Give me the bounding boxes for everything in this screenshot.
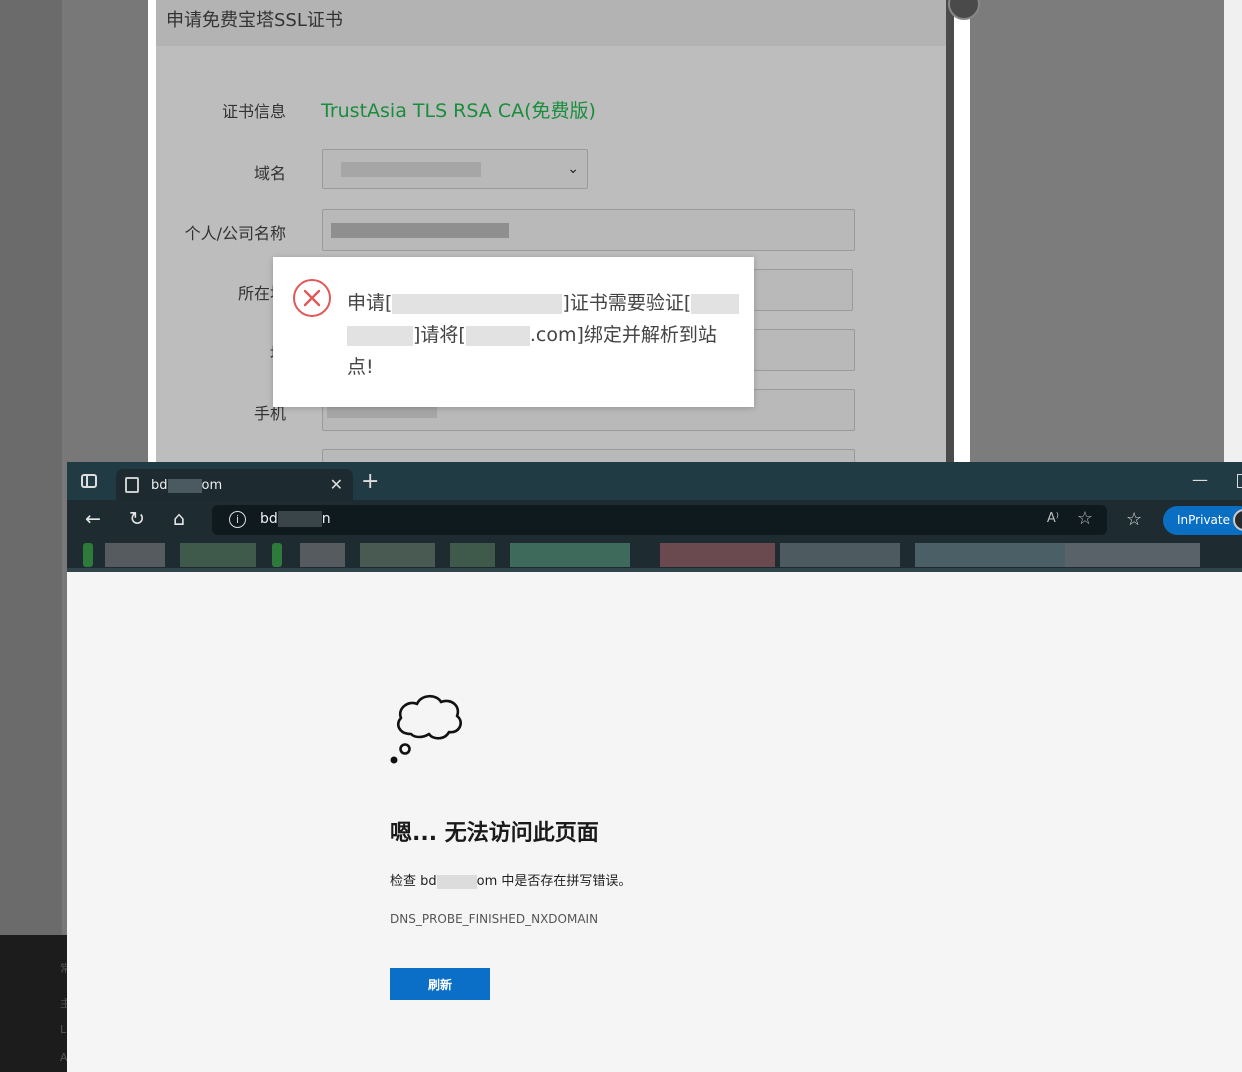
browser-toolbar: ← ↻ ⌂ i bd n A⁾ ☆ ☆ InPrivate xyxy=(67,500,1242,540)
edge-browser-window: bd om ✕ + — ← ↻ ⌂ i bd n A⁾ ☆ ☆ InPrivate xyxy=(67,462,1242,1072)
thought-cloud-icon xyxy=(390,694,462,764)
ssl-dialog-scrollbar[interactable] xyxy=(946,0,954,462)
background-panel-left xyxy=(0,0,62,935)
error-message-text: 申请[ ]证书需要验证[ ]请将[ .com]绑定并解析到站 点! xyxy=(347,287,740,383)
favorite-item[interactable] xyxy=(360,543,435,567)
message-part: 申请[ xyxy=(347,292,393,314)
inprivate-button[interactable]: InPrivate xyxy=(1163,506,1242,535)
read-aloud-icon[interactable]: A⁾ xyxy=(1047,511,1059,526)
redacted-text xyxy=(347,325,413,346)
tab-bar: bd om ✕ + — xyxy=(67,462,1242,502)
tab-title: bd om xyxy=(151,478,222,493)
domain-select[interactable]: ⌄ xyxy=(322,149,588,189)
url-text: n xyxy=(321,511,331,527)
chevron-down-icon: ⌄ xyxy=(567,161,579,177)
redacted-text xyxy=(331,223,509,238)
address-bar[interactable]: i bd n A⁾ ☆ xyxy=(212,505,1107,535)
favorite-item[interactable] xyxy=(450,543,495,567)
error-detail: 检查 bd om 中是否存在拼写错误。 xyxy=(390,870,631,889)
back-icon[interactable]: ← xyxy=(85,508,101,530)
cert-info-value: TrustAsia TLS RSA CA(免费版) xyxy=(321,100,596,122)
refresh-icon[interactable]: ↻ xyxy=(129,508,145,530)
home-icon[interactable]: ⌂ xyxy=(173,508,185,530)
message-part: 点! xyxy=(347,356,374,378)
error-icon xyxy=(293,279,331,317)
message-part: ]证书需要验证[ xyxy=(562,292,692,314)
minimize-icon[interactable]: — xyxy=(1192,470,1208,489)
tab-actions-icon[interactable] xyxy=(81,474,97,488)
ssl-dialog-title: 申请免费宝塔SSL证书 xyxy=(166,10,343,31)
redacted-text xyxy=(436,874,477,889)
ssl-dialog-title-bar: 申请免费宝塔SSL证书 xyxy=(156,0,954,46)
favorite-item[interactable] xyxy=(780,543,900,567)
favorite-item[interactable] xyxy=(1065,543,1200,567)
add-favorite-icon[interactable]: ☆ xyxy=(1077,508,1093,529)
address-url: bd n xyxy=(260,511,331,527)
error-message-box: 申请[ ]证书需要验证[ ]请将[ .com]绑定并解析到站 点! xyxy=(273,257,754,407)
error-detail-text: om 中是否存在拼写错误。 xyxy=(476,874,632,889)
message-part: ]请将[ xyxy=(413,324,466,346)
domain-label: 域名 xyxy=(253,164,286,183)
tab-title-text: om xyxy=(201,478,223,493)
tab-title-text: bd xyxy=(151,478,168,493)
favorite-item[interactable] xyxy=(915,543,1065,567)
favorite-item[interactable] xyxy=(105,543,165,567)
redacted-text xyxy=(691,293,740,314)
background-footer: 常 主 L A xyxy=(0,935,71,1072)
redacted-text xyxy=(392,293,563,314)
cert-info-label: 证书信息 xyxy=(221,102,286,121)
redacted-text xyxy=(277,511,322,527)
error-heading: 嗯... 无法访问此页面 xyxy=(390,821,599,846)
maximize-icon[interactable] xyxy=(1237,474,1242,488)
new-tab-icon[interactable]: + xyxy=(361,471,379,493)
favorite-item[interactable] xyxy=(300,543,345,567)
redacted-text xyxy=(167,478,202,493)
footer-text: L xyxy=(60,1023,67,1036)
background-panel-edge xyxy=(1224,0,1242,462)
favorite-item[interactable] xyxy=(660,543,775,567)
favorite-icon[interactable] xyxy=(272,543,282,567)
refresh-button[interactable]: 刷新 xyxy=(390,968,490,1000)
favorite-item[interactable] xyxy=(180,543,256,567)
favorite-icon[interactable] xyxy=(83,543,93,567)
message-part: .com]绑定并解析到站 xyxy=(529,324,717,346)
company-label: 个人/公司名称 xyxy=(184,224,286,243)
error-code: DNS_PROBE_FINISHED_NXDOMAIN xyxy=(390,912,599,926)
redacted-text xyxy=(465,325,530,346)
avatar xyxy=(1233,509,1242,531)
url-text: bd xyxy=(260,511,278,527)
favorites-bar xyxy=(67,540,1242,572)
background-panel-right xyxy=(970,0,1224,462)
favorites-icon[interactable]: ☆ xyxy=(1126,509,1142,530)
page-error-icon xyxy=(125,477,139,493)
redacted-text xyxy=(341,162,481,177)
favorite-item[interactable] xyxy=(510,543,630,567)
info-icon[interactable]: i xyxy=(229,511,246,528)
error-detail-text: 检查 bd xyxy=(390,874,437,889)
close-tab-icon[interactable]: ✕ xyxy=(330,475,343,494)
inprivate-label: InPrivate xyxy=(1177,513,1230,527)
browser-tab[interactable]: bd om ✕ xyxy=(116,469,353,502)
company-input[interactable] xyxy=(322,209,855,251)
